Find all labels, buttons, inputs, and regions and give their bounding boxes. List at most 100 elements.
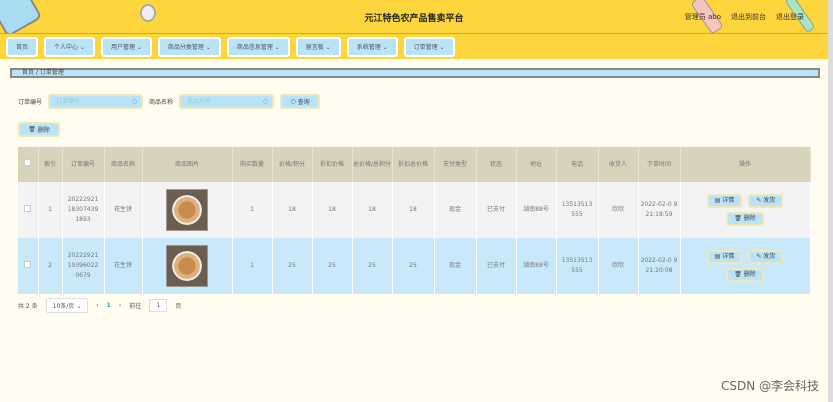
- cell-price: 25: [272, 238, 313, 294]
- orders-table: 索引 订单编号 商品名称 商品图片 购买数量 价格/积分 折扣价格 总价格/总积…: [18, 147, 811, 294]
- cell-qty: 1: [232, 238, 273, 294]
- table-row: 1 20222921 18307439 1893 花生饼 1 18 18 18 …: [18, 182, 811, 238]
- cell-index: 2: [38, 238, 63, 294]
- search-bar: 订单编号 订单编号 ○ 商品名称 商品名称 ○ ○ 查询: [18, 94, 321, 109]
- nav-orders[interactable]: 订单管理 ⌄: [403, 36, 455, 57]
- cell-address: 湖南88号: [516, 238, 557, 294]
- cell-order-no: 20222921 18307439 1893: [62, 182, 105, 238]
- logout-link[interactable]: 退出登录: [776, 12, 804, 22]
- cell-total: 18: [352, 182, 393, 238]
- page-size-select[interactable]: 10条/页 ⌄: [45, 298, 89, 313]
- cell-phone: 13513513 555: [556, 238, 599, 294]
- ship-button[interactable]: ✎ 发货: [748, 250, 784, 264]
- col-total[interactable]: 总价格/总积分: [352, 147, 393, 182]
- page-1[interactable]: 1: [107, 302, 111, 309]
- header: 元江特色农产品售卖平台 管理员 abo 退出到前台 退出登录: [0, 0, 828, 34]
- product-image: [166, 245, 208, 287]
- breadcrumb-home[interactable]: 首页: [22, 69, 34, 76]
- ship-label: 发货: [763, 197, 776, 204]
- delete-button[interactable]: 🗑 删除: [726, 212, 764, 226]
- cell-discount: 25: [312, 238, 353, 294]
- total-count: 共 2 条: [18, 303, 38, 310]
- col-pay[interactable]: 支付类型: [434, 147, 477, 182]
- cell-order-no: 20222921 19396022 0679: [62, 238, 105, 294]
- front-link[interactable]: 退出到前台: [731, 12, 766, 22]
- cell-price: 18: [272, 182, 313, 238]
- cell-qty: 1: [232, 182, 273, 238]
- cell-receiver: 欣欣: [598, 238, 639, 294]
- col-order-no[interactable]: 订单编号: [62, 147, 105, 182]
- cell-discount-total: 18: [392, 182, 435, 238]
- table-row: 2 20222921 19396022 0679 花生饼 1 25 25 25 …: [18, 238, 811, 294]
- scrollbar[interactable]: [828, 0, 833, 402]
- delete-button[interactable]: 🗑 删除: [726, 268, 764, 282]
- detail-label: 详情: [722, 253, 735, 260]
- row-checkbox[interactable]: [24, 204, 32, 212]
- detail-button[interactable]: ▤ 详情: [706, 194, 743, 208]
- product-name-input[interactable]: 商品名称 ○: [179, 94, 275, 109]
- cell-receiver: 欣欣: [598, 182, 639, 238]
- goto-label: 前往: [129, 303, 142, 310]
- ship-label: 发货: [763, 253, 776, 260]
- col-status[interactable]: 状态: [476, 147, 517, 182]
- col-phone[interactable]: 电话: [556, 147, 599, 182]
- query-label: 查询: [297, 99, 310, 106]
- query-button[interactable]: ○ 查询: [280, 94, 321, 109]
- batch-delete-button[interactable]: 🗑 删除: [18, 122, 60, 137]
- trash-icon: 🗑: [28, 126, 38, 133]
- watermark: CSDN @李会科技: [720, 379, 819, 393]
- order-no-input[interactable]: 订单编号 ○: [48, 94, 144, 109]
- breadcrumb-current: 订单管理: [39, 69, 64, 76]
- goto-input[interactable]: 1: [149, 299, 168, 312]
- ship-button[interactable]: ✎ 发货: [748, 194, 784, 208]
- search-icon: ○: [131, 98, 138, 105]
- trash-icon: 🗑: [734, 271, 744, 278]
- col-image[interactable]: 商品图片: [142, 147, 233, 182]
- order-no-placeholder: 订单编号: [56, 98, 81, 105]
- cell-index: 1: [38, 182, 63, 238]
- order-no-label: 订单编号: [18, 99, 43, 106]
- detail-button[interactable]: ▤ 详情: [706, 250, 743, 264]
- detail-icon: ▤: [714, 197, 723, 204]
- row-checkbox[interactable]: [24, 260, 32, 268]
- col-time[interactable]: 下单时间: [638, 147, 681, 182]
- cell-name: 花生饼: [104, 238, 143, 294]
- nav-home[interactable]: 首页: [6, 36, 39, 57]
- cell-time: 2022-02-0 9 21:18:59: [638, 182, 681, 238]
- col-qty[interactable]: 购买数量: [232, 147, 273, 182]
- detail-icon: ▤: [714, 253, 723, 260]
- pagination: 共 2 条 10条/页 ⌄ ‹ 1 › 前往 1 页: [18, 298, 181, 313]
- product-name-label: 商品名称: [149, 99, 174, 106]
- col-index[interactable]: 索引: [38, 147, 63, 182]
- cell-pay: 现金: [434, 182, 477, 238]
- nav-system[interactable]: 系统管理 ⌄: [346, 36, 398, 57]
- prev-page-button[interactable]: ‹: [96, 302, 98, 309]
- cell-discount-total: 25: [392, 238, 435, 294]
- nav-products[interactable]: 商品信息管理 ⌄: [226, 36, 290, 57]
- nav-categories[interactable]: 商品分类管理 ⌄: [157, 36, 221, 57]
- breadcrumb: 首页 / 订单管理: [10, 68, 820, 78]
- next-page-button[interactable]: ›: [119, 302, 121, 309]
- cell-status: 已支付: [476, 238, 517, 294]
- col-address[interactable]: 地址: [516, 147, 557, 182]
- cell-total: 25: [352, 238, 393, 294]
- search-icon: ○: [290, 98, 298, 105]
- nav-messages[interactable]: 留言板 ⌄: [295, 36, 341, 57]
- breadcrumb-separator: /: [35, 69, 38, 76]
- col-receiver[interactable]: 收货人: [598, 147, 639, 182]
- select-all-checkbox[interactable]: [24, 159, 32, 166]
- cell-name: 花生饼: [104, 182, 143, 238]
- col-discount[interactable]: 折扣价格: [312, 147, 353, 182]
- user-label: 管理员 abo: [684, 13, 721, 21]
- col-name[interactable]: 商品名称: [104, 147, 143, 182]
- cell-time: 2022-02-0 9 21:20:08: [638, 238, 681, 294]
- col-actions: 操作: [680, 147, 811, 182]
- delete-label: 删除: [743, 271, 756, 278]
- nav-profile[interactable]: 个人中心 ⌄: [44, 36, 95, 57]
- col-discount-total[interactable]: 折扣总价格: [392, 147, 435, 182]
- trash-icon: 🗑: [734, 215, 744, 222]
- col-price[interactable]: 价格/积分: [272, 147, 313, 182]
- product-image: [166, 189, 208, 231]
- cell-discount: 18: [312, 182, 353, 238]
- nav-users[interactable]: 用户管理 ⌄: [100, 36, 152, 57]
